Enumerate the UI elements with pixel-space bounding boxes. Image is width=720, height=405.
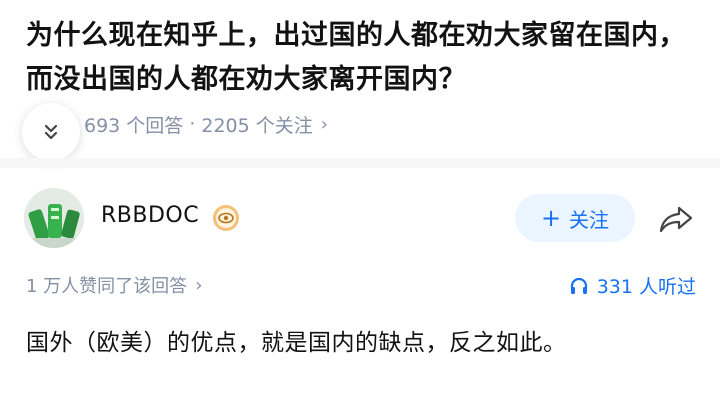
answer-content[interactable]: 国外（欧美）的优点，就是国内的缺点，反之如此。 (26, 324, 706, 362)
headphones-icon (570, 277, 587, 294)
plus-icon: + (540, 204, 562, 232)
eye-badge-icon (213, 205, 239, 231)
chevron-double-down-icon (44, 124, 58, 140)
agree-count[interactable]: 1 万人赞同了该回答 › (26, 272, 202, 298)
avatar[interactable] (24, 188, 84, 248)
collapse-button[interactable] (22, 103, 80, 161)
meta-separator: · (189, 113, 196, 135)
listen-count: 331 人听过 (596, 276, 696, 298)
section-divider (0, 158, 720, 168)
agree-label: 1 万人赞同了该回答 (26, 276, 188, 297)
listen-button[interactable]: 331 人听过 (569, 272, 696, 299)
question-meta[interactable]: 693 个回答 · 2205 个关注 › (84, 110, 328, 138)
question-header: 为什么现在知乎上，出过国的人都在劝大家留在国内，而没出国的人都在劝大家离开国内？… (0, 0, 720, 158)
question-title[interactable]: 为什么现在知乎上，出过国的人都在劝大家留在国内，而没出国的人都在劝大家离开国内？ (26, 14, 696, 102)
agree-chevron-icon: › (195, 274, 203, 296)
avatar-image (24, 188, 84, 248)
share-button[interactable] (656, 200, 696, 238)
follow-button[interactable]: + 关注 (515, 194, 635, 242)
follower-count: 2205 个关注 (201, 114, 313, 137)
follow-label: 关注 (569, 207, 610, 232)
stats-row: 1 万人赞同了该回答 › 331 人听过 (0, 268, 720, 300)
author-row: RBBDOC + 关注 (0, 180, 720, 256)
answer-count: 693 个回答 (84, 114, 184, 137)
author-name[interactable]: RBBDOC (101, 203, 199, 228)
meta-chevron-icon: › (320, 113, 328, 135)
share-arrow-icon (659, 206, 693, 233)
